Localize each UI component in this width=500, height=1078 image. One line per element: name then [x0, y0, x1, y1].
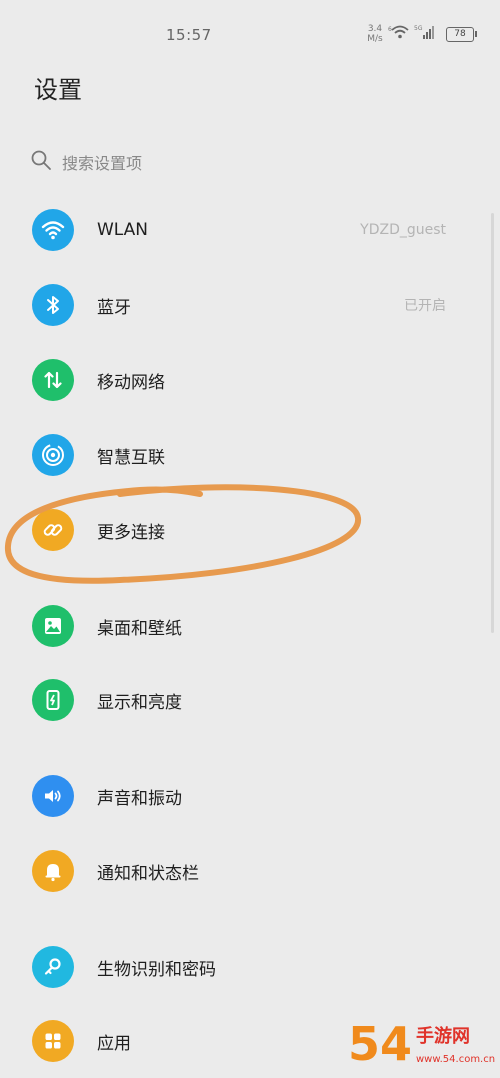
settings-item-biometrics-password[interactable]: 生物识别和密码: [0, 930, 500, 1004]
settings-item-desktop-wallpaper[interactable]: 桌面和壁纸: [0, 589, 500, 663]
watermark-brand: 54: [348, 1017, 412, 1071]
scrollbar[interactable]: [491, 213, 494, 633]
image-icon: [32, 605, 74, 647]
settings-item-label: 蓝牙: [97, 297, 131, 318]
battery-level: 78: [454, 28, 466, 39]
status-indicators: 3.4 M/s 6 5G 78: [366, 22, 477, 46]
search-icon: [30, 149, 52, 175]
settings-item-notifications-status-bar[interactable]: 通知和状态栏: [0, 834, 500, 908]
bluetooth-icon: [32, 284, 74, 326]
settings-item-more-connections[interactable]: 更多连接: [0, 493, 500, 567]
wifi-badge: 6: [388, 26, 392, 33]
page-title: 设置: [34, 76, 82, 104]
settings-item-label: 移动网络: [97, 372, 165, 393]
settings-item-label: 通知和状态栏: [97, 863, 199, 884]
apps-grid-icon: [32, 1020, 74, 1062]
settings-item-sound-vibration[interactable]: 声音和振动: [0, 759, 500, 833]
settings-item-label: 智慧互联: [97, 447, 165, 468]
settings-item-label: 生物识别和密码: [97, 959, 216, 980]
wifi-status-icon: 6: [388, 24, 410, 44]
settings-item-label: 桌面和壁纸: [97, 618, 182, 639]
network-speed-unit: M/s: [367, 34, 383, 44]
status-time: 15:57: [166, 26, 212, 44]
battery-icon: 78: [446, 26, 477, 42]
network-speed: 3.4 M/s: [366, 24, 384, 44]
settings-item-label: 显示和亮度: [97, 692, 182, 713]
settings-item-label: WLAN: [97, 220, 149, 240]
settings-item-label: 应用: [97, 1033, 131, 1054]
settings-item-display-brightness[interactable]: 显示和亮度: [0, 663, 500, 737]
watermark-logo: 54 手游网 www.54.com.cn: [346, 1012, 500, 1071]
watermark-text: 手游网: [416, 1025, 470, 1047]
settings-item-value: YDZD_guest: [360, 222, 446, 238]
display-icon: [32, 679, 74, 721]
key-icon: [32, 946, 74, 988]
settings-item-mobile-network[interactable]: 移动网络: [0, 343, 500, 417]
mobile-data-icon: [32, 359, 74, 401]
cell-badge: 5G: [414, 25, 423, 32]
search-bar[interactable]: 搜索设置项: [30, 145, 450, 179]
search-input[interactable]: 搜索设置项: [62, 150, 142, 174]
link-icon: [32, 509, 74, 551]
settings-item-bluetooth[interactable]: 蓝牙 已开启: [0, 268, 500, 342]
network-speed-value: 3.4: [367, 24, 383, 34]
watermark-domain: www.54.com.cn: [416, 1054, 495, 1065]
settings-item-label: 声音和振动: [97, 788, 182, 809]
cellular-signal-icon: 5G: [414, 24, 436, 44]
bell-icon: [32, 850, 74, 892]
settings-item-value: 已开启: [404, 298, 446, 314]
settings-item-wlan[interactable]: WLAN YDZD_guest: [0, 193, 500, 267]
settings-item-label: 更多连接: [97, 522, 165, 543]
status-bar: 15:57 3.4 M/s 6 5G 78: [0, 0, 500, 62]
smart-connect-icon: [32, 434, 74, 476]
settings-item-smart-connect[interactable]: 智慧互联: [0, 418, 500, 492]
sound-icon: [32, 775, 74, 817]
wifi-icon: [32, 209, 74, 251]
